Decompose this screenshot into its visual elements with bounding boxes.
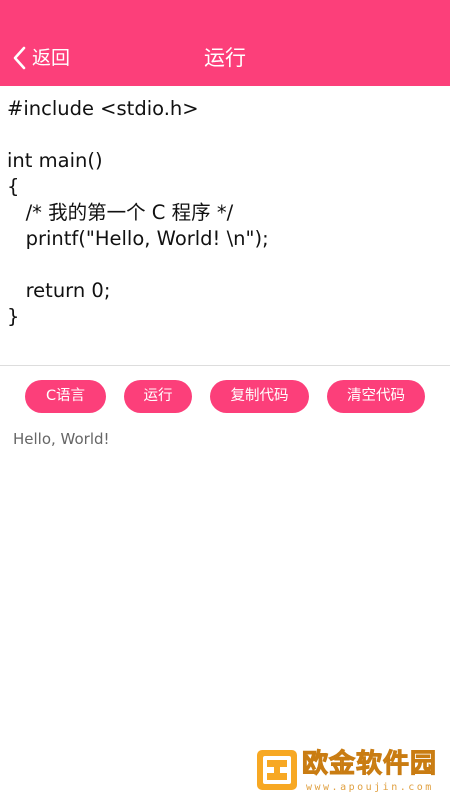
action-bar: C语言 运行 复制代码 清空代码: [0, 380, 450, 414]
watermark-logo-icon: [257, 750, 297, 790]
code-text[interactable]: #include <stdio.h> int main() { /* 我的第一个…: [0, 86, 450, 330]
watermark: 欧金软件园 www.apoujin.com: [250, 744, 450, 800]
code-editor[interactable]: #include <stdio.h> int main() { /* 我的第一个…: [0, 86, 450, 366]
language-button[interactable]: C语言: [25, 380, 106, 413]
watermark-url: www.apoujin.com: [306, 782, 434, 793]
page-title: 运行: [204, 46, 246, 70]
watermark-name: 欧金软件园: [301, 749, 438, 780]
copy-code-button[interactable]: 复制代码: [210, 380, 309, 413]
run-button[interactable]: 运行: [124, 380, 192, 413]
app-bar: 返回 运行: [0, 0, 450, 86]
output-text: Hello, World!: [13, 430, 110, 448]
clear-code-button[interactable]: 清空代码: [327, 380, 425, 413]
